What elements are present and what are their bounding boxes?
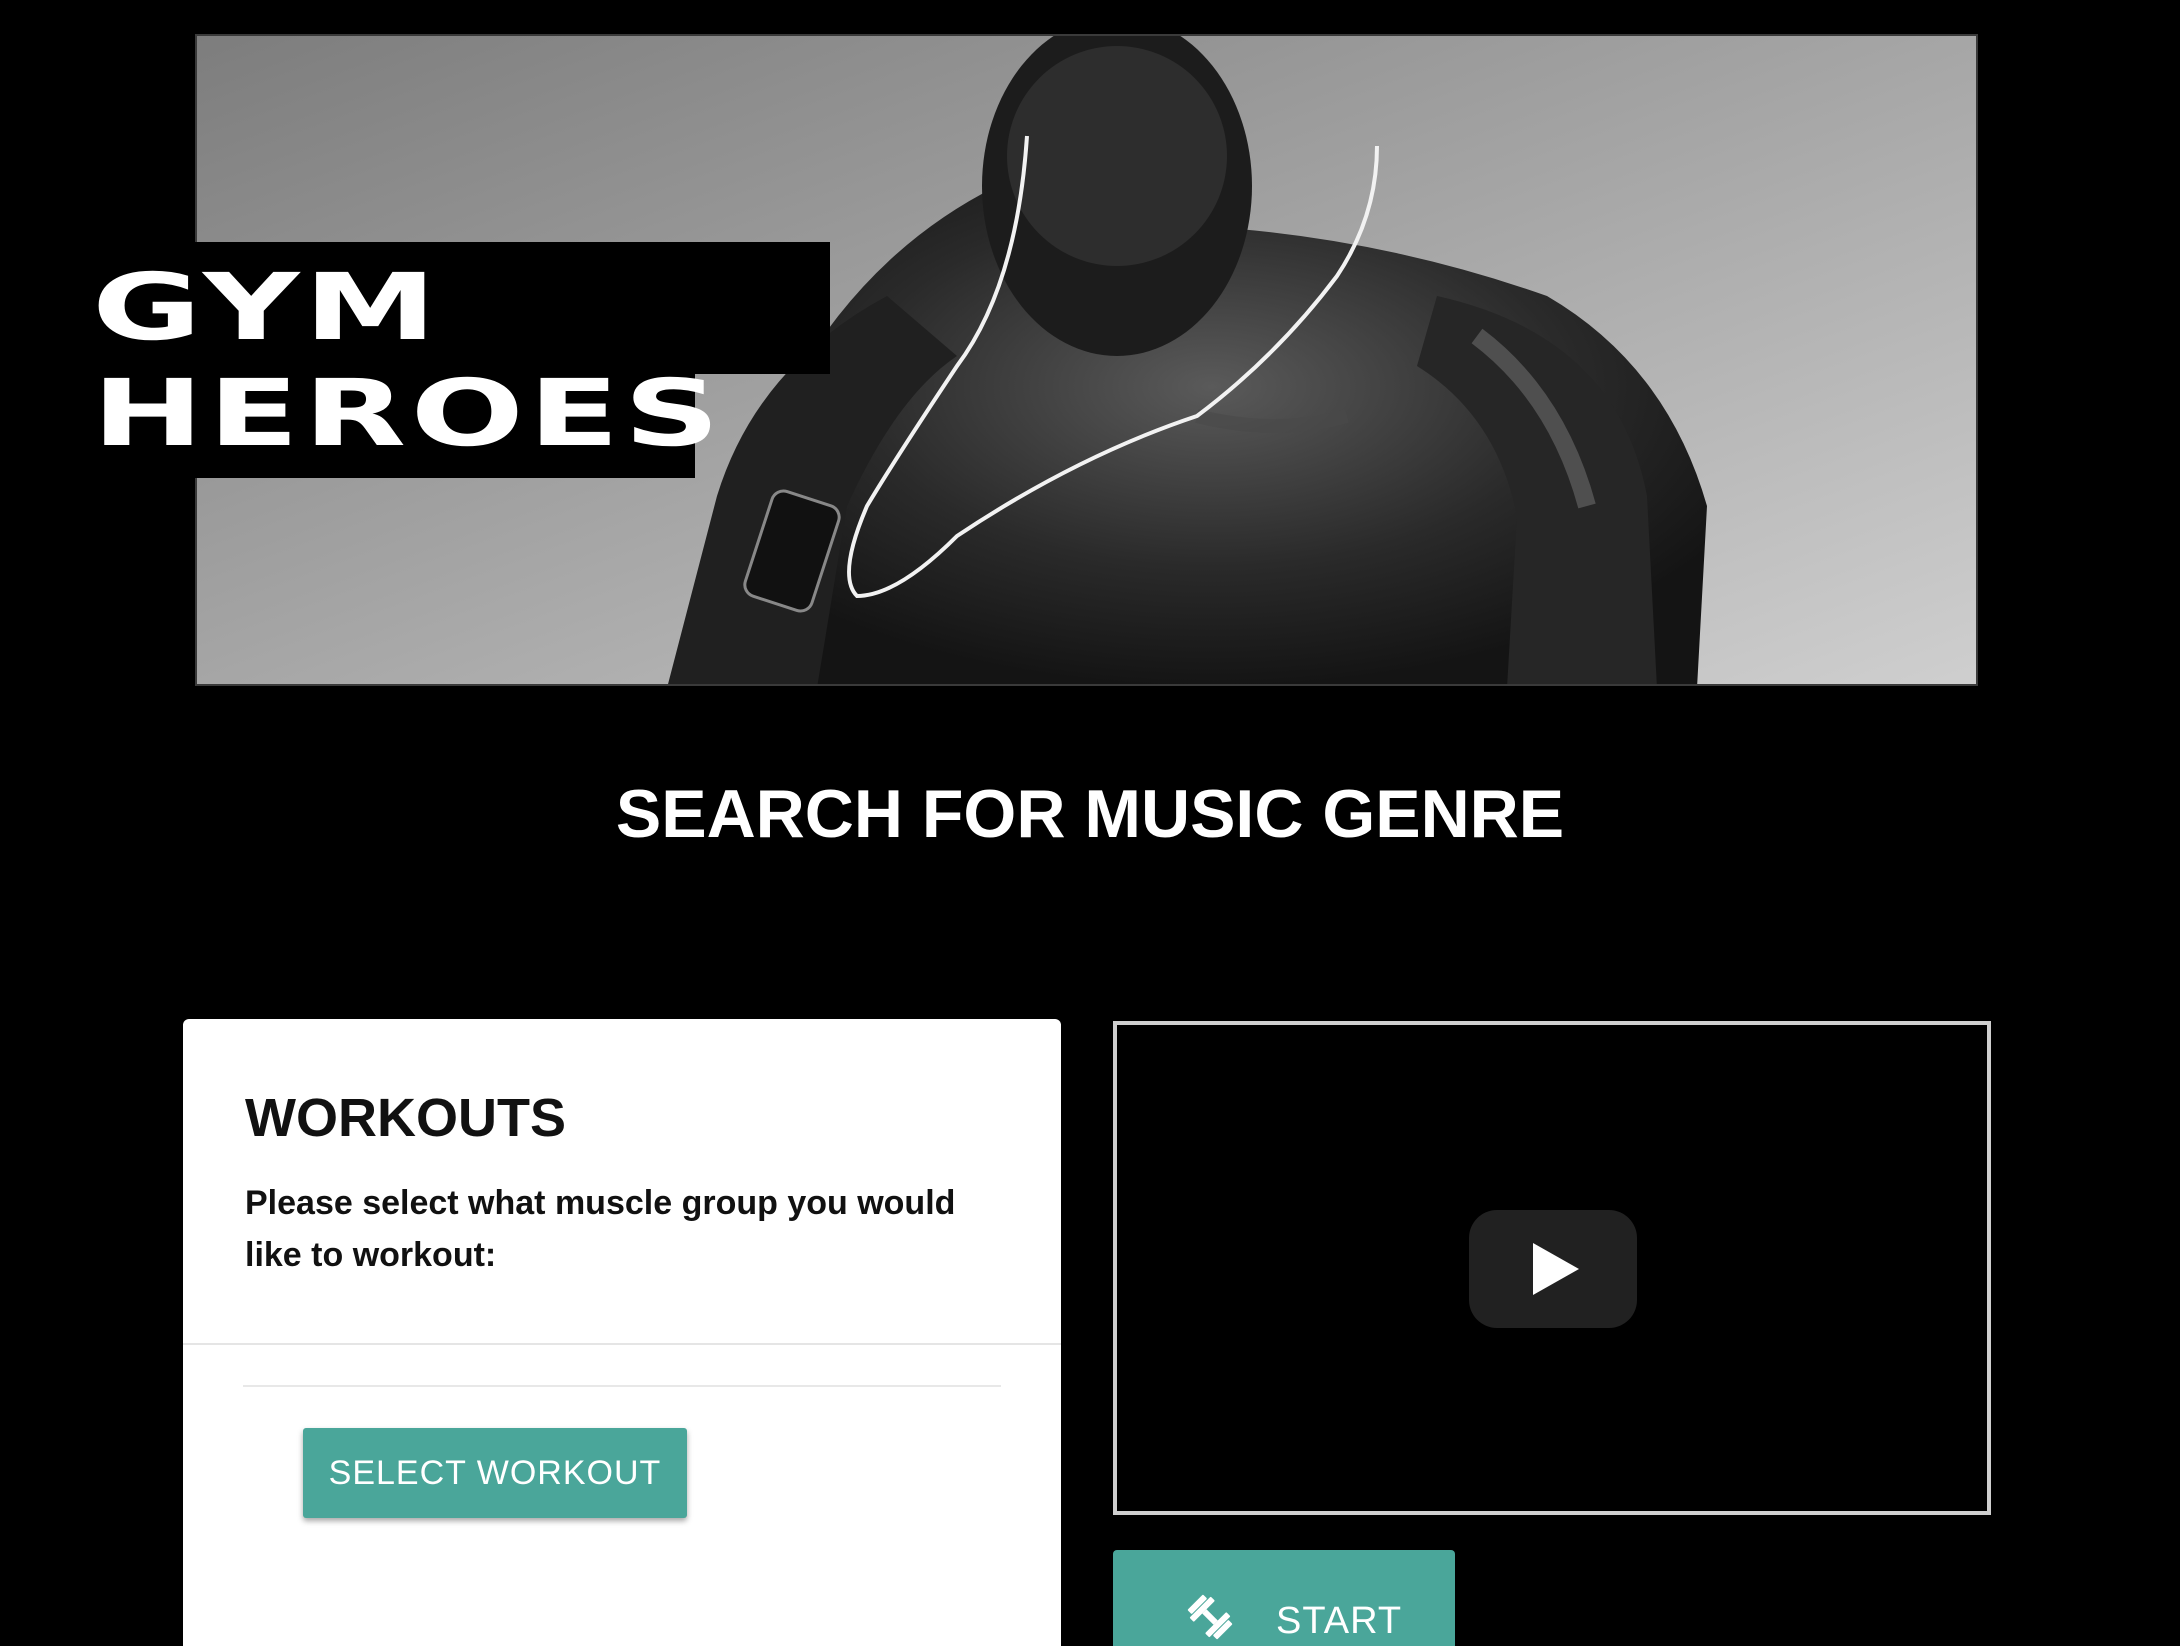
card-inner-divider	[243, 1385, 1001, 1387]
page-title: SEARCH FOR MUSIC GENRE	[615, 776, 1565, 852]
play-icon	[1533, 1243, 1579, 1295]
workouts-title: WORKOUTS	[245, 1088, 566, 1148]
play-button[interactable]	[1469, 1210, 1637, 1328]
workouts-prompt: Please select what muscle group you woul…	[245, 1184, 956, 1274]
card-divider	[183, 1343, 1061, 1345]
start-label: START	[1276, 1600, 1403, 1642]
workouts-card: WORKOUTS Please select what muscle group…	[183, 1019, 1061, 1646]
page: GYM HEROES SEARCH FOR MUSIC GENRE WORKOU…	[0, 0, 2180, 1646]
dumbbell-icon	[1187, 1594, 1233, 1640]
video-player[interactable]	[1113, 1021, 1991, 1515]
start-button[interactable]: START	[1113, 1550, 1455, 1646]
select-workout-button[interactable]: SELECT WORKOUT	[303, 1428, 687, 1518]
logo-text-line2: HEROES	[92, 360, 725, 467]
logo-text-line1: GYM	[92, 254, 441, 361]
